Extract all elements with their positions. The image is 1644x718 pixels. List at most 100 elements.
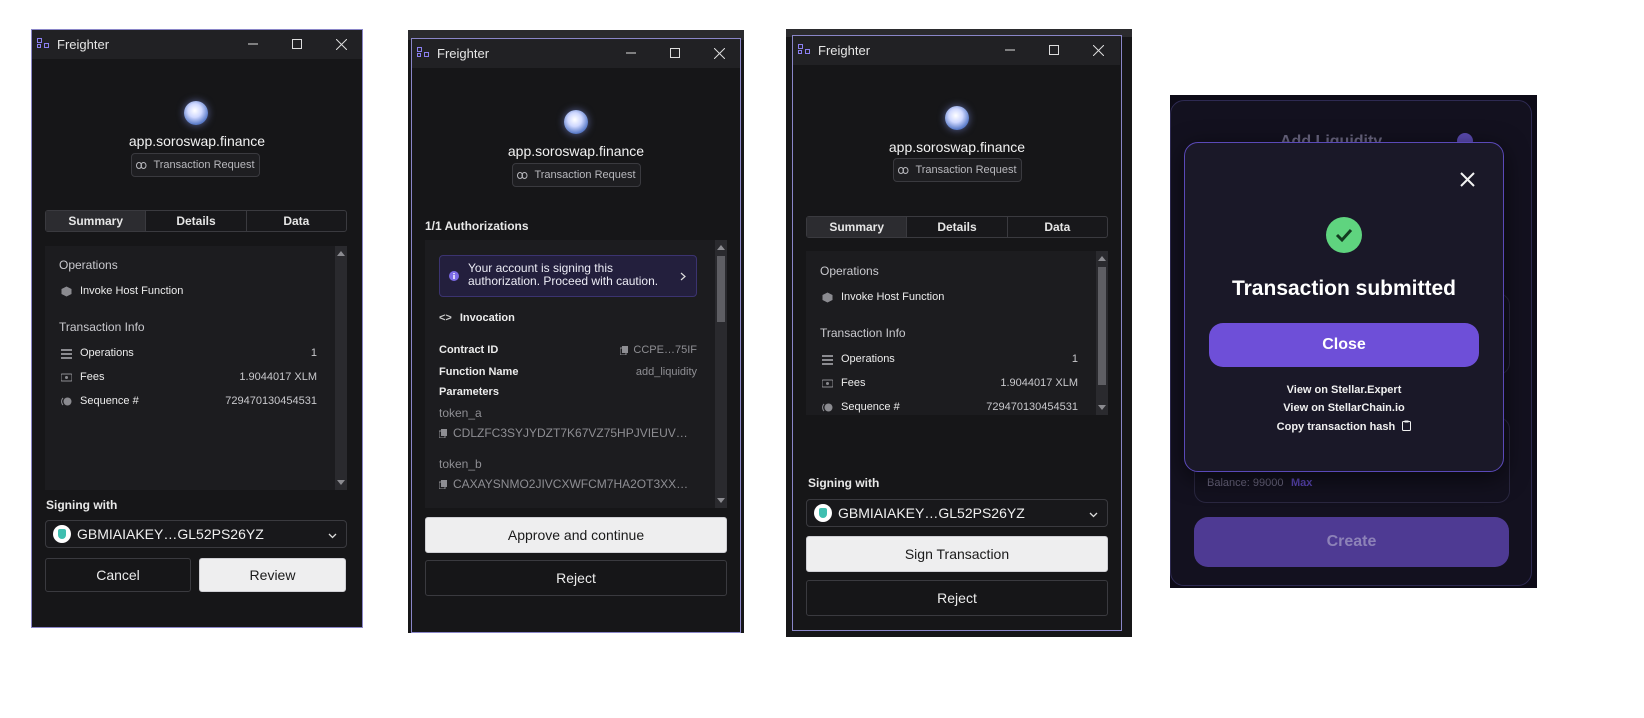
copy-icon[interactable] [620,345,629,355]
modal-title: Transaction submitted [1231,277,1457,300]
clipboard-icon [1402,420,1412,431]
tab-bar: Summary Details Data [45,210,347,232]
account-address: GBMIAIAKEY…GL52PS26YZ [838,505,1025,521]
title-bar[interactable]: Freighter [411,38,741,68]
title-bar[interactable]: Freighter [792,35,1120,65]
maximize-icon[interactable] [1032,35,1076,65]
scroll-thumb[interactable] [717,256,725,322]
close-icon[interactable] [1460,172,1475,187]
sign-transaction-button[interactable]: Sign Transaction [806,536,1108,572]
info-label: Fees [80,371,105,383]
create-button[interactable]: Create [1194,517,1509,567]
review-button[interactable]: Review [199,558,346,592]
site-favicon [564,110,588,134]
sequence-icon [822,402,833,413]
modal-close-button[interactable]: Close [1209,323,1479,367]
tab-data[interactable]: Data [247,211,346,231]
minimize-icon[interactable] [231,29,275,59]
code-icon: <> [439,312,452,324]
reject-button[interactable]: Reject [806,580,1108,616]
invocation-label: Invocation [459,312,515,324]
link-icon [517,171,528,179]
site-favicon [945,106,969,130]
summary-panel: Operations Invoke Host Function Transact… [806,251,1108,415]
scroll-up-icon[interactable] [717,245,725,250]
chip-label: Transaction Request [153,159,255,171]
operation-item: Invoke Host Function [61,285,183,297]
operations-heading: Operations [59,258,118,272]
site-favicon [184,101,208,125]
site-domain: app.soroswap.finance [507,143,645,159]
copy-hash-link[interactable]: Copy transaction hash [1185,420,1503,433]
max-button[interactable]: Max [1291,477,1312,489]
reject-button[interactable]: Reject [425,560,727,596]
copy-icon[interactable] [439,479,447,489]
scroll-down-icon[interactable] [717,498,725,503]
info-row-fees: Fees [60,371,105,383]
parameters-label: Parameters [439,386,499,398]
chevron-right-icon[interactable] [680,272,686,281]
account-selector[interactable]: GBMIAIAKEY…GL52PS26YZ [45,520,347,548]
info-row-sequence: Sequence # [822,401,900,413]
tab-details[interactable]: Details [907,217,1008,237]
scroll-down-icon[interactable] [337,480,345,485]
title-bar[interactable]: Freighter [31,29,363,59]
signing-with-label: Signing with [808,476,880,490]
account-selector[interactable]: GBMIAIAKEY…GL52PS26YZ [806,499,1108,527]
operations-heading: Operations [820,264,879,278]
tab-details[interactable]: Details [146,211,247,231]
close-icon[interactable] [319,29,363,59]
summary-panel: Operations Invoke Host Function Transact… [45,246,347,490]
info-label: Sequence # [80,395,139,407]
contract-id-label: Contract ID [439,344,499,356]
info-row-operations: Operations [822,353,895,365]
info-value-sequence: 729470130454531 [986,401,1078,413]
info-value-operations: 1 [1071,353,1078,365]
txinfo-heading: Transaction Info [820,326,906,340]
maximize-icon[interactable] [653,38,697,68]
scroll-down-icon[interactable] [1098,405,1106,410]
view-stellar-expert-link[interactable]: View on Stellar.Expert [1185,384,1503,396]
info-value-operations: 1 [310,347,317,359]
function-name-value: add_liquidity [635,366,697,378]
info-row-fees: Fees [821,377,866,389]
info-label: Fees [841,377,866,389]
tab-summary[interactable]: Summary [46,211,147,231]
approve-button[interactable]: Approve and continue [425,517,727,553]
contract-id-text: CCPE…75IF [633,344,697,356]
operation-name: Invoke Host Function [80,285,184,297]
freighter-app-icon [417,47,431,59]
tab-data[interactable]: Data [1008,217,1107,237]
info-row-sequence: Sequence # [61,395,139,407]
copy-hash-label: Copy transaction hash [1276,421,1396,433]
caution-banner: Your account is signing this authorizati… [439,255,697,297]
freighter-app-icon [798,44,812,56]
info-value-sequence: 729470130454531 [225,395,317,407]
scrollbar[interactable] [335,246,347,490]
minimize-icon[interactable] [988,35,1032,65]
cube-icon [822,292,833,303]
scroll-up-icon[interactable] [1098,256,1106,261]
invocation-row: <> Invocation [439,312,515,324]
close-icon[interactable] [697,38,741,68]
freighter-app-icon [37,38,51,50]
maximize-icon[interactable] [275,29,319,59]
token-b-label: token_b [439,457,482,471]
chip-label: Transaction Request [534,169,636,181]
tab-summary[interactable]: Summary [807,217,908,237]
fees-icon [821,378,834,389]
freighter-window-2: Freighter app.soroswap.finance Transacti… [408,30,744,633]
transaction-request-chip: Transaction Request [131,153,260,177]
tab-bar: Summary Details Data [806,216,1108,238]
close-icon[interactable] [1076,35,1120,65]
scroll-thumb[interactable] [1098,267,1106,385]
token-b-address: CAXAYSNMO2JIVCXWFCM7HA2OT3XX… [453,477,689,491]
scrollbar[interactable] [1096,251,1108,415]
scrollbar[interactable] [715,240,727,508]
scroll-up-icon[interactable] [337,251,345,256]
copy-icon[interactable] [439,428,447,438]
minimize-icon[interactable] [609,38,653,68]
cancel-button[interactable]: Cancel [45,558,191,592]
view-stellarchain-link[interactable]: View on StellarChain.io [1185,402,1503,414]
token-a-address: CDLZFC3SYJYDZT7K67VZ75HPJVIEUV… [453,426,688,440]
